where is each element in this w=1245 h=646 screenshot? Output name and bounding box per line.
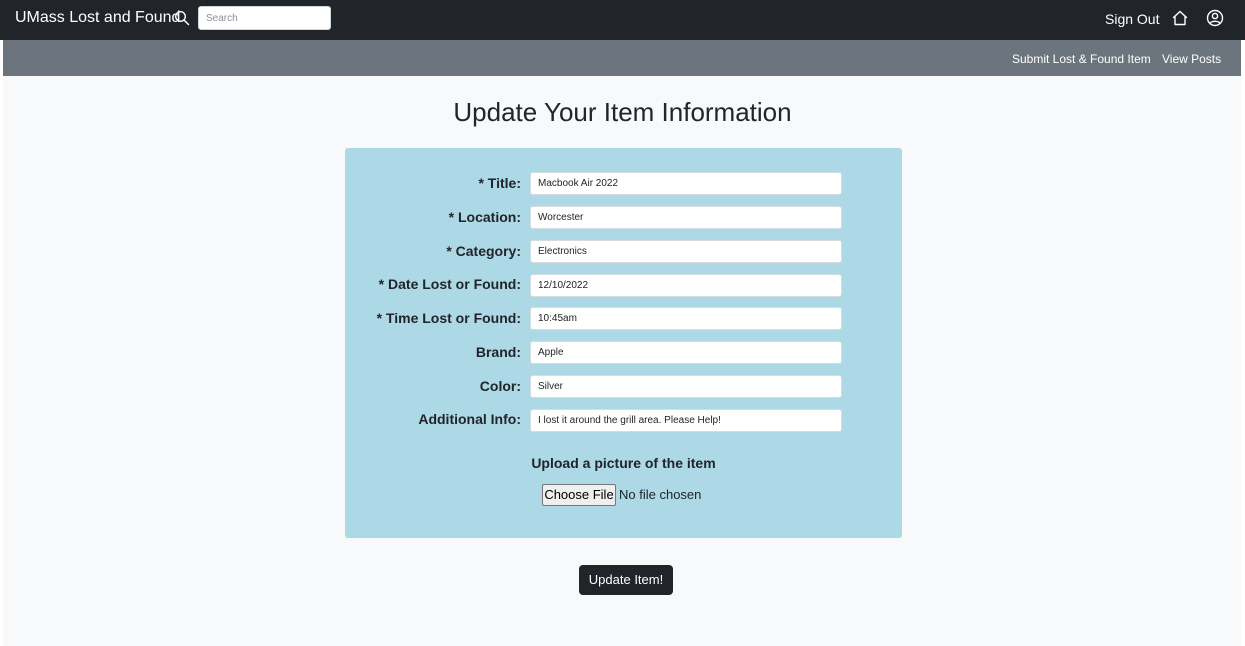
category-input[interactable] bbox=[530, 240, 842, 263]
search-icon[interactable] bbox=[174, 10, 190, 26]
scroll-gutter bbox=[1241, 40, 1245, 646]
category-label: * Category: bbox=[446, 243, 521, 259]
additional-info-input[interactable] bbox=[530, 409, 842, 432]
sign-out-link[interactable]: Sign Out bbox=[1105, 10, 1159, 28]
home-icon[interactable] bbox=[1171, 9, 1189, 27]
brand-title[interactable]: UMass Lost and Found bbox=[15, 8, 180, 28]
user-circle-icon[interactable] bbox=[1206, 9, 1224, 27]
submit-item-link[interactable]: Submit Lost & Found Item bbox=[1012, 52, 1151, 66]
top-navbar: UMass Lost and Found Sign Out bbox=[0, 0, 1245, 40]
search-input[interactable] bbox=[198, 6, 331, 30]
upload-label: Upload a picture of the item bbox=[531, 455, 716, 471]
secondary-navbar: Submit Lost & Found Item View Posts bbox=[3, 40, 1241, 76]
date-label: * Date Lost or Found: bbox=[378, 276, 521, 292]
time-input[interactable] bbox=[530, 307, 842, 330]
title-input[interactable] bbox=[530, 172, 842, 195]
file-status-text: No file chosen bbox=[619, 487, 702, 502]
title-label: * Title: bbox=[478, 175, 521, 191]
brand-input[interactable] bbox=[530, 341, 842, 364]
location-label: * Location: bbox=[448, 209, 521, 225]
page-title: Update Your Item Information bbox=[453, 97, 792, 127]
location-input[interactable] bbox=[530, 206, 842, 229]
brand-label: Brand: bbox=[475, 344, 521, 360]
update-item-button[interactable]: Update Item! bbox=[579, 565, 673, 595]
choose-file-button[interactable]: Choose File bbox=[542, 484, 616, 506]
date-input[interactable] bbox=[530, 274, 842, 297]
color-label: Color: bbox=[479, 378, 521, 394]
color-input[interactable] bbox=[530, 375, 842, 398]
additional-info-label: Additional Info: bbox=[418, 411, 521, 427]
view-posts-link[interactable]: View Posts bbox=[1162, 52, 1221, 66]
time-label: * Time Lost or Found: bbox=[376, 310, 521, 326]
